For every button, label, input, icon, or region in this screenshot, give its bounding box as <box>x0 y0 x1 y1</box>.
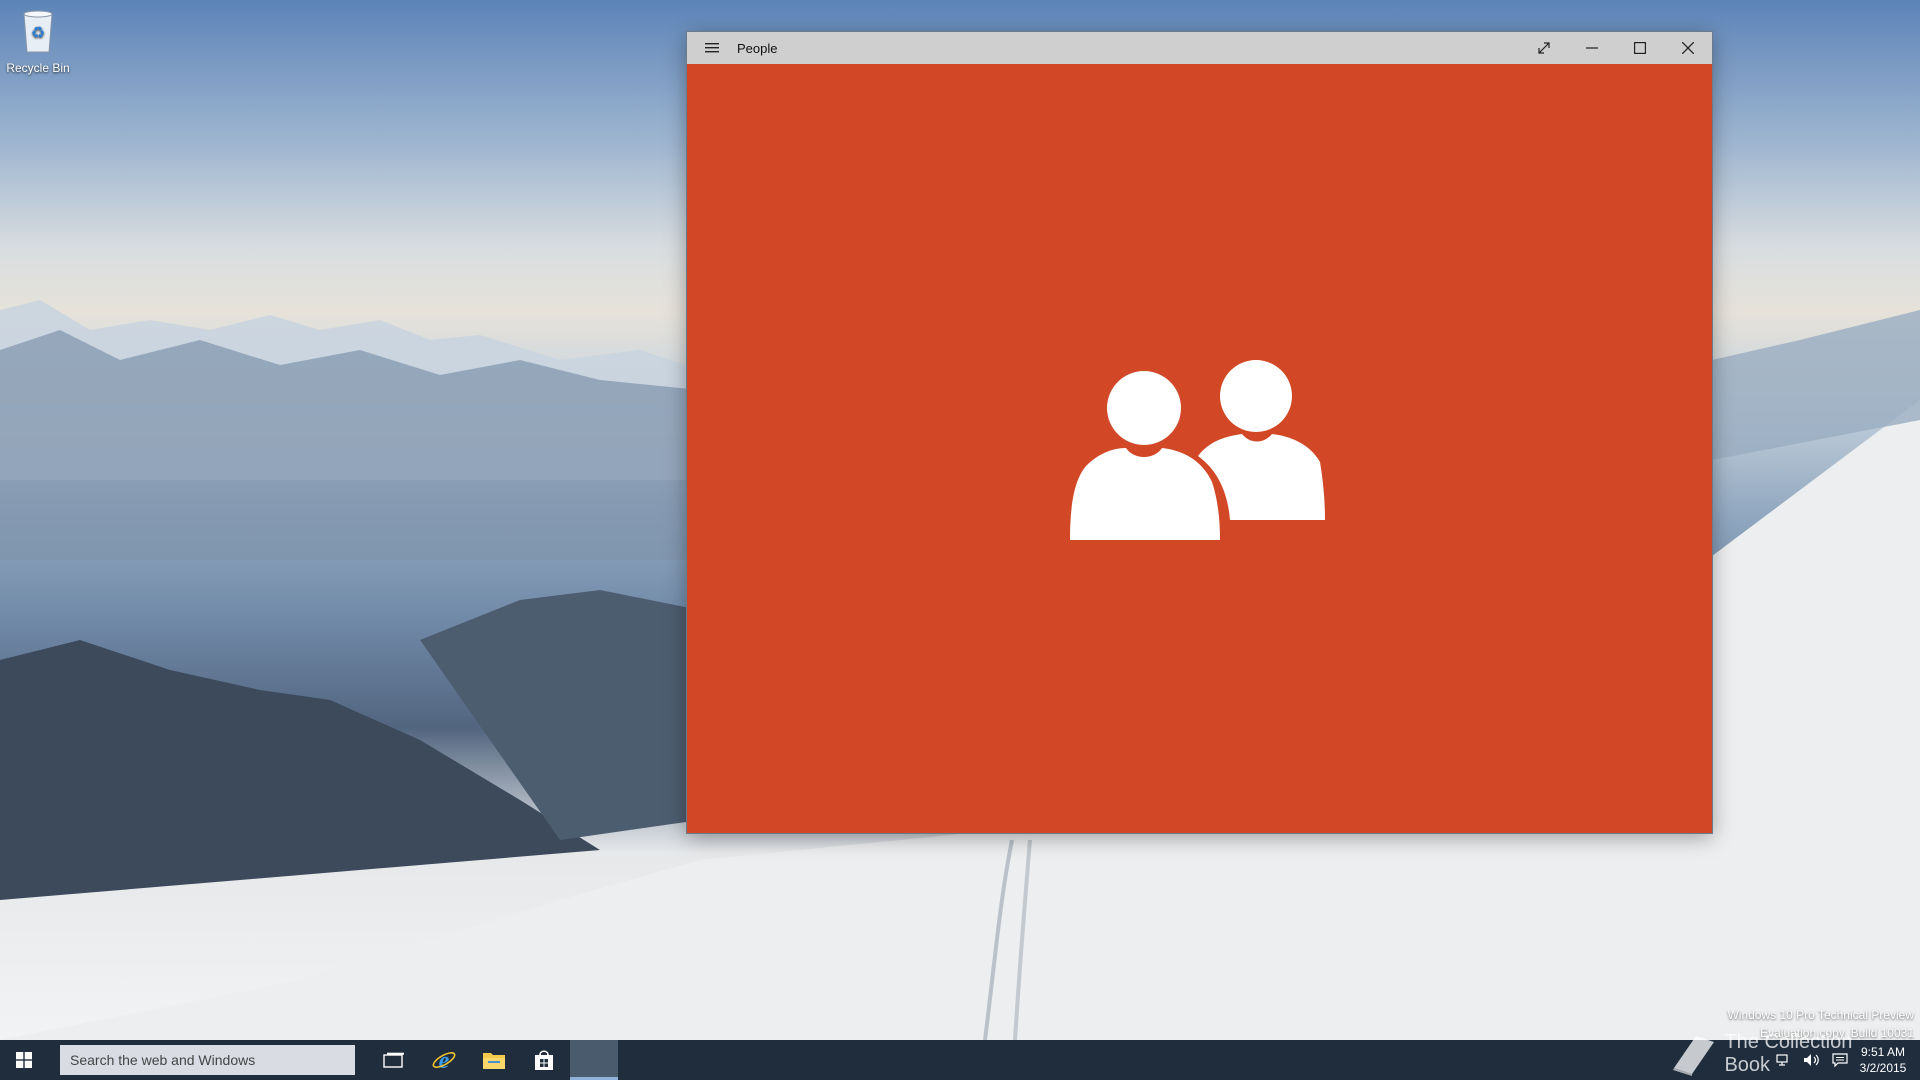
search-input[interactable] <box>68 1051 355 1069</box>
search-box[interactable] <box>60 1045 355 1075</box>
taskbar: e <box>0 1040 1920 1080</box>
desktop-icon-recycle-bin[interactable]: ♻ Recycle Bin <box>4 8 72 75</box>
desktop-icon-label: Recycle Bin <box>6 61 70 75</box>
minimize-icon <box>1586 47 1598 49</box>
minimize-button[interactable] <box>1568 32 1616 64</box>
start-button[interactable] <box>0 1040 48 1080</box>
task-view-button[interactable] <box>370 1040 418 1080</box>
internet-explorer-button[interactable]: e <box>420 1040 468 1080</box>
overlay-brand-text: The Collection Book <box>1724 1031 1853 1076</box>
book-logo-icon <box>1673 1036 1714 1076</box>
people-app-window: People <box>687 32 1712 833</box>
close-icon <box>1682 42 1694 54</box>
internet-explorer-icon: e <box>432 1048 456 1072</box>
close-button[interactable] <box>1664 32 1712 64</box>
window-title: People <box>737 40 778 56</box>
title-bar[interactable]: People <box>687 32 1712 64</box>
store-icon <box>535 1050 553 1070</box>
file-explorer-button[interactable] <box>470 1040 518 1080</box>
watermark-edition: Windows 10 Pro Technical Preview <box>1727 1008 1914 1022</box>
hamburger-menu-button[interactable] <box>687 32 737 64</box>
people-icon <box>1070 360 1325 540</box>
task-view-icon <box>383 1052 404 1068</box>
fullscreen-button[interactable] <box>1520 32 1568 64</box>
collection-book-overlay: The Collection Book <box>1668 1030 1898 1078</box>
expand-icon <box>1538 42 1550 54</box>
hamburger-icon <box>705 43 719 53</box>
windows-logo-icon <box>16 1052 32 1068</box>
maximize-button[interactable] <box>1616 32 1664 64</box>
taskbar-people-app[interactable] <box>570 1040 618 1080</box>
recycle-bin-icon: ♻ <box>23 10 53 53</box>
svg-text:e: e <box>439 1048 450 1072</box>
file-explorer-icon <box>483 1053 505 1069</box>
store-button[interactable] <box>520 1040 568 1080</box>
svg-text:♻: ♻ <box>31 25 45 42</box>
maximize-icon <box>1634 42 1646 54</box>
